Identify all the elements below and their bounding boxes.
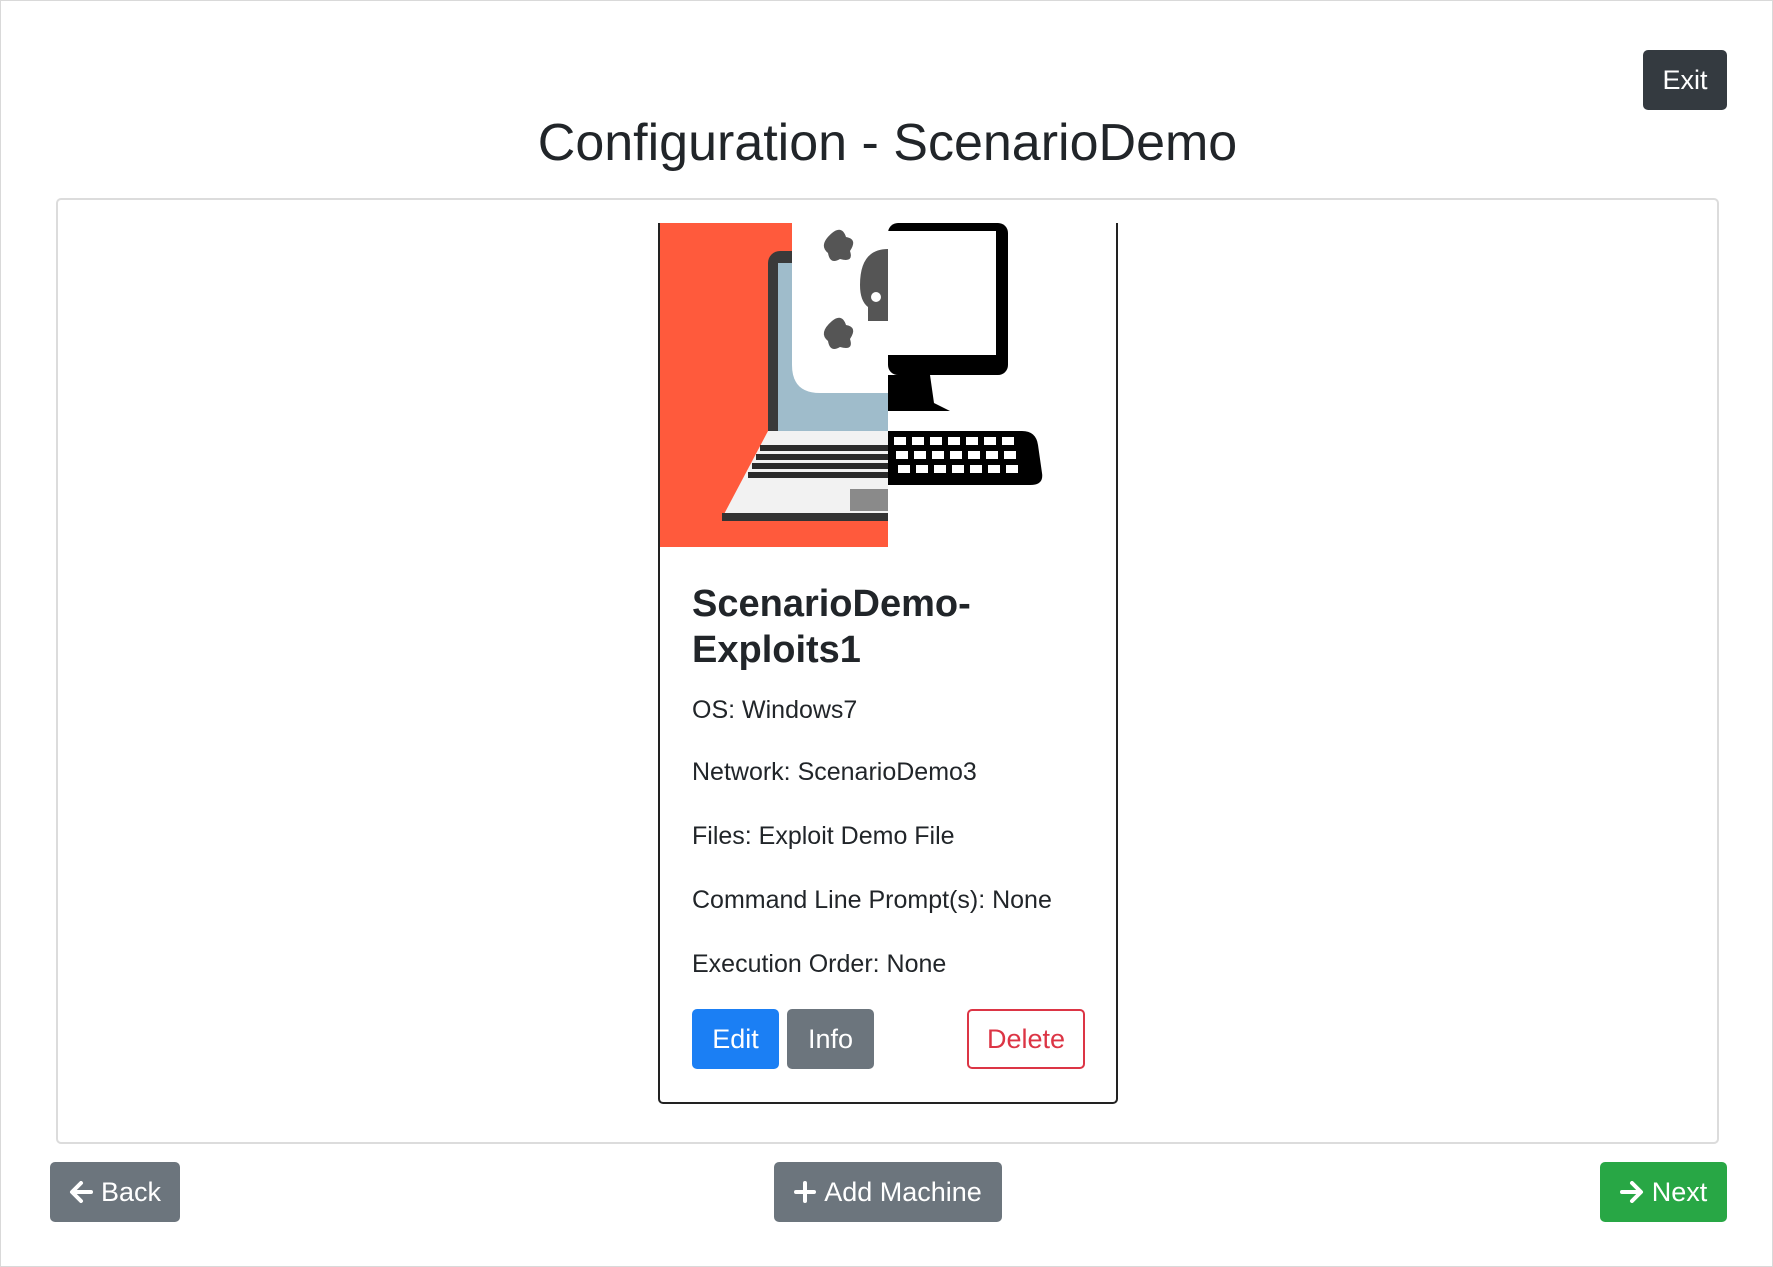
next-button-label: Next (1651, 1176, 1708, 1207)
add-machine-button-label: Add Machine (824, 1176, 982, 1207)
exit-button[interactable]: Exit (1643, 50, 1727, 110)
arrow-left-icon (69, 1181, 93, 1203)
machine-card: ScenarioDemo-Exploits1 OS: Windows7 Netw… (658, 223, 1118, 1104)
add-machine-button[interactable]: Add Machine (774, 1162, 1002, 1222)
plus-icon (794, 1181, 817, 1203)
machine-image (660, 223, 1116, 547)
machine-command-prompts: Command Line Prompt(s): None (692, 886, 1052, 914)
next-button[interactable]: Next (1600, 1162, 1727, 1222)
machine-files: Files: Exploit Demo File (692, 822, 955, 850)
exit-button-label: Exit (1662, 64, 1708, 95)
machine-network: Network: ScenarioDemo3 (692, 758, 977, 786)
edit-button-label: Edit (712, 1023, 759, 1054)
page-title: Configuration - ScenarioDemo (537, 114, 1238, 172)
machine-execution-order: Execution Order: None (692, 950, 947, 978)
machine-os: OS: Windows7 (692, 696, 858, 724)
app-window: Exit Configuration - ScenarioDemo Scenar… (0, 0, 1773, 1267)
edit-button[interactable]: Edit (692, 1009, 779, 1069)
info-button-label: Info (807, 1023, 854, 1054)
delete-button[interactable]: Delete (967, 1009, 1085, 1069)
back-button-label: Back (100, 1176, 162, 1207)
info-button[interactable]: Info (787, 1009, 874, 1069)
machine-name: ScenarioDemo-Exploits1 (692, 583, 971, 671)
delete-button-label: Delete (986, 1023, 1066, 1054)
arrow-right-icon (1619, 1181, 1643, 1203)
back-button[interactable]: Back (50, 1162, 180, 1222)
